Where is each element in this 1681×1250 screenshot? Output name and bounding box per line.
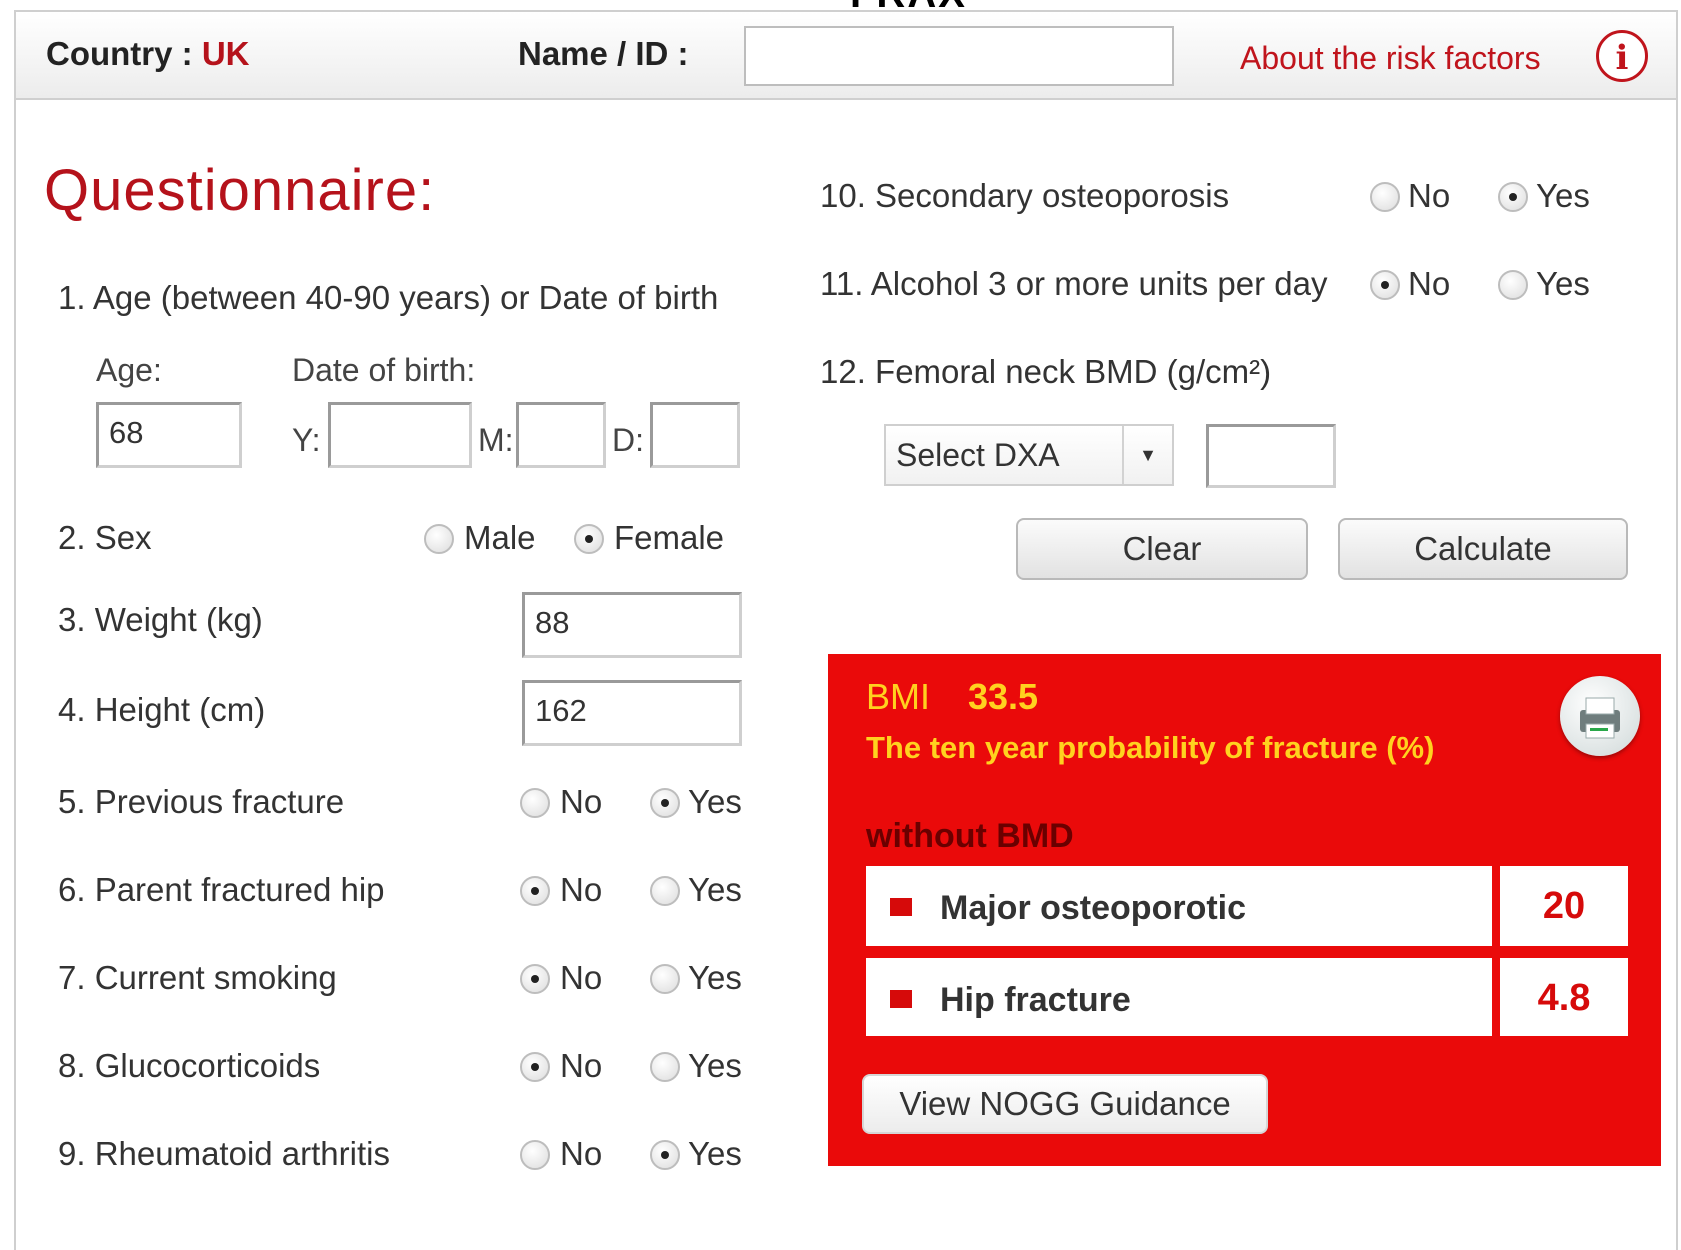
q4-label: 4. Height (cm) [58, 691, 266, 728]
probability-title: The ten year probability of fracture (%) [866, 730, 1435, 765]
bmd-value-input[interactable] [1206, 424, 1336, 488]
previous-fracture-no-radio[interactable] [520, 788, 550, 818]
parent-hip-yes-label: Yes [688, 871, 742, 908]
rheumatoid-no-label: No [560, 1135, 603, 1172]
smoking-yes-radio[interactable] [650, 964, 680, 994]
q7-label: 7. Current smoking [58, 959, 337, 996]
sex-female-label: Female [614, 519, 725, 556]
age-label: Age: [96, 352, 162, 388]
country-label-text: Country : [46, 35, 193, 72]
secondary-osteoporosis-no-label: No [1408, 177, 1451, 214]
parent-hip-no-radio[interactable] [520, 876, 550, 906]
name-id-input[interactable] [744, 26, 1174, 86]
previous-fracture-yes-radio[interactable] [650, 788, 680, 818]
q6-label: 6. Parent fractured hip [58, 871, 385, 908]
about-risk-factors-link[interactable]: About the risk factors [1240, 38, 1541, 78]
dob-month-input[interactable] [516, 402, 606, 468]
smoking-no-label: No [560, 959, 603, 996]
q12-label: 12. Femoral neck BMD (g/cm²) [820, 353, 1272, 390]
sex-male-radio[interactable] [424, 524, 454, 554]
rheumatoid-yes-label: Yes [688, 1135, 742, 1172]
q3-label: 3. Weight (kg) [58, 601, 263, 638]
q9-label: 9. Rheumatoid arthritis [58, 1135, 390, 1172]
dxa-select-value: Select DXA [896, 437, 1060, 473]
parent-hip-yes-radio[interactable] [650, 876, 680, 906]
secondary-osteoporosis-yes-label: Yes [1536, 177, 1590, 214]
dob-day-input[interactable] [650, 402, 740, 468]
d-label: D: [612, 422, 644, 458]
without-bmd-heading: without BMD [866, 817, 1074, 855]
info-icon[interactable]: i [1596, 30, 1648, 82]
alcohol-yes-label: Yes [1536, 265, 1590, 302]
hip-fracture-label: Hip fracture [940, 981, 1131, 1019]
glucocorticoids-no-label: No [560, 1047, 603, 1084]
previous-fracture-yes-label: Yes [688, 783, 742, 820]
hip-fracture-value: 4.8 [1537, 977, 1591, 1019]
q1-label: 1. Age (between 40-90 years) or Date of … [58, 279, 719, 316]
q5-label: 5. Previous fracture [58, 783, 345, 820]
major-osteoporotic-label: Major osteoporotic [940, 889, 1247, 927]
alcohol-no-radio[interactable] [1370, 270, 1400, 300]
bmi-label: BMI [866, 676, 931, 717]
country-label: Country : UK [46, 34, 250, 74]
q11-label: 11. Alcohol 3 or more units per day [820, 265, 1328, 302]
y-label: Y: [292, 422, 321, 458]
q10-label: 10. Secondary osteoporosis [820, 177, 1230, 214]
chevron-down-icon[interactable]: ▼ [1122, 426, 1172, 484]
q8-label: 8. Glucocorticoids [58, 1047, 321, 1084]
parent-hip-no-label: No [560, 871, 603, 908]
view-nogg-guidance-button[interactable]: View NOGG Guidance [862, 1074, 1268, 1134]
sex-male-label: Male [464, 519, 536, 556]
rheumatoid-yes-radio[interactable] [650, 1140, 680, 1170]
smoking-no-radio[interactable] [520, 964, 550, 994]
major-osteoporotic-value: 20 [1542, 885, 1586, 927]
printer-icon-graphic [1580, 697, 1620, 739]
red-square-bullet [890, 990, 912, 1008]
calculate-button[interactable]: Calculate [1338, 518, 1628, 580]
alcohol-no-label: No [1408, 265, 1451, 302]
height-input[interactable]: 162 [522, 680, 742, 746]
glucocorticoids-yes-radio[interactable] [650, 1052, 680, 1082]
dob-year-input[interactable] [328, 402, 472, 468]
clear-button[interactable]: Clear [1016, 518, 1308, 580]
age-input[interactable]: 68 [96, 402, 242, 468]
name-id-label: Name / ID : [518, 35, 689, 72]
glucocorticoids-yes-label: Yes [688, 1047, 742, 1084]
m-label: M: [478, 422, 514, 458]
bmi-value: 33.5 [968, 676, 1039, 717]
secondary-osteoporosis-yes-radio[interactable] [1498, 182, 1528, 212]
alcohol-yes-radio[interactable] [1498, 270, 1528, 300]
questionnaire-title: Questionnaire: [44, 158, 436, 223]
red-square-bullet [890, 898, 912, 916]
q2-label: 2. Sex [58, 519, 152, 556]
printer-icon[interactable] [1560, 676, 1640, 756]
country-value[interactable]: UK [202, 35, 250, 72]
sex-female-radio[interactable] [574, 524, 604, 554]
dxa-select[interactable]: Select DXA ▼ [884, 424, 1174, 486]
dob-label: Date of birth: [292, 352, 476, 388]
glucocorticoids-no-radio[interactable] [520, 1052, 550, 1082]
rheumatoid-no-radio[interactable] [520, 1140, 550, 1170]
secondary-osteoporosis-no-radio[interactable] [1370, 182, 1400, 212]
previous-fracture-no-label: No [560, 783, 603, 820]
smoking-yes-label: Yes [688, 959, 742, 996]
weight-input[interactable]: 88 [522, 592, 742, 658]
